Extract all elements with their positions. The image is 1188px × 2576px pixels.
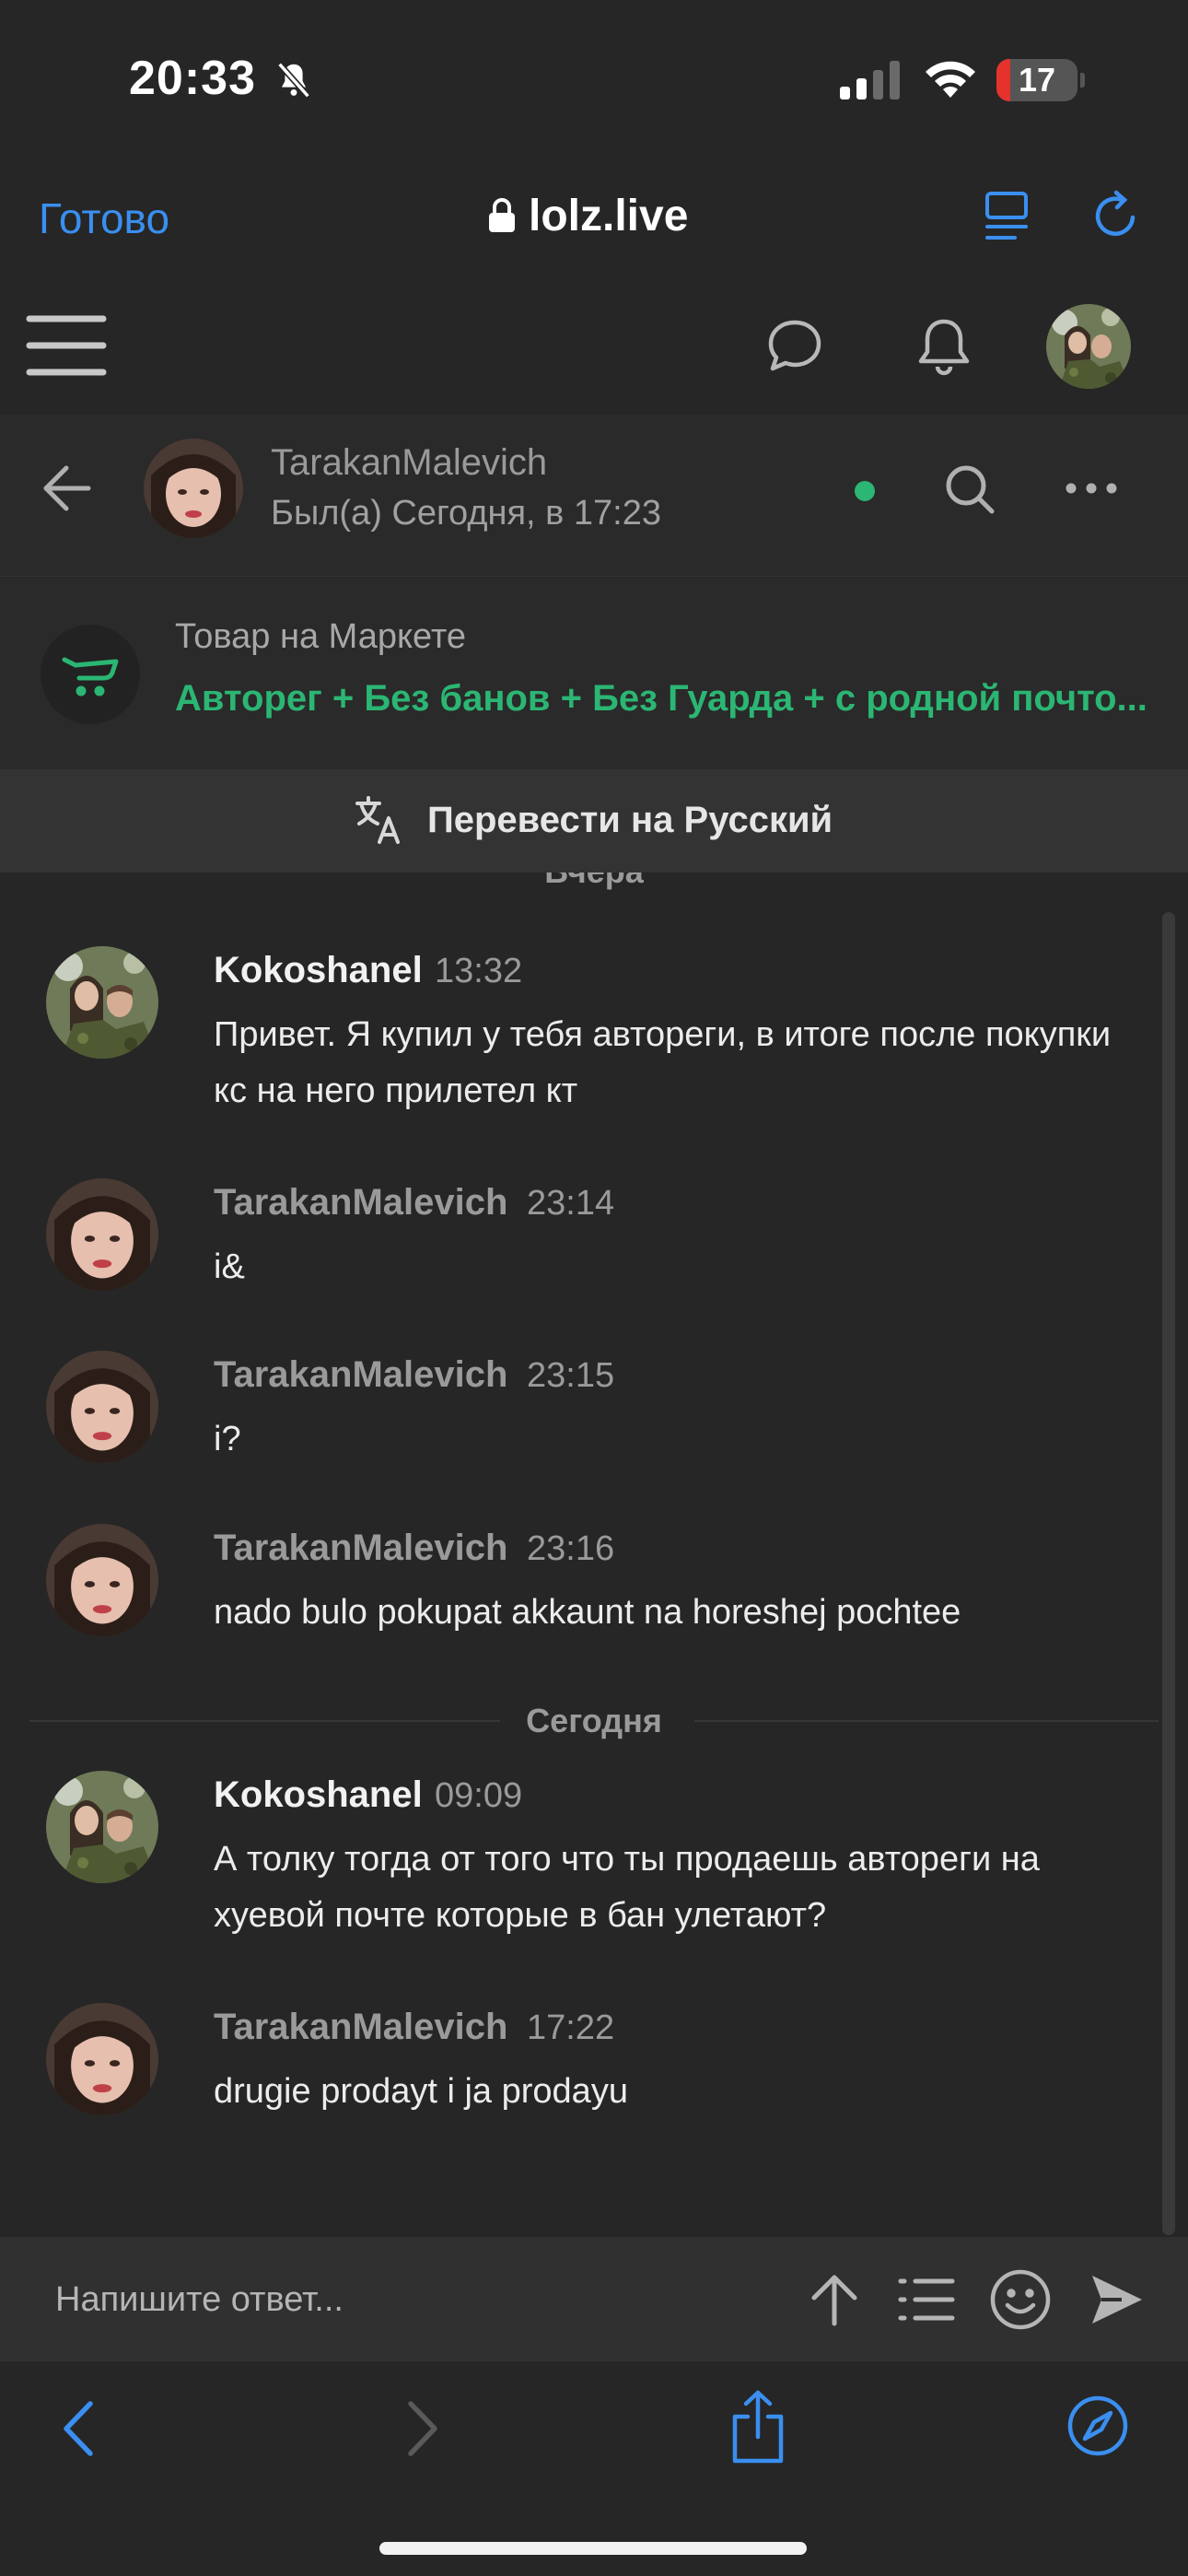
browser-top-bar: Готово lolz.live [0, 157, 1188, 276]
browser-bottom-toolbar [0, 2361, 1188, 2576]
message-avatar[interactable] [46, 2003, 158, 2115]
hamburger-menu-icon[interactable] [26, 311, 107, 380]
message-text: А толку тогда от того что ты продаешь ав… [214, 1840, 1040, 1935]
site-header [0, 276, 1188, 415]
date-divider: Сегодня [29, 1702, 1159, 1739]
lock-icon [489, 198, 515, 232]
message-text: Привет. Я купил у тебя автореги, в итоге… [214, 1015, 1112, 1110]
market-item-banner[interactable]: Товар на Маркете Авторег + Без банов + Б… [0, 576, 1188, 769]
user-avatar[interactable] [1046, 304, 1131, 389]
share-icon[interactable] [728, 2389, 788, 2465]
message-avatar[interactable] [46, 946, 158, 1059]
back-arrow-icon[interactable] [41, 463, 92, 514]
reply-input[interactable] [55, 2265, 755, 2335]
message-text: nado bulo pokupat akkaunt na horeshej po… [214, 1593, 961, 1632]
status-bar: 20:33 17 [0, 0, 1188, 157]
market-label: Товар на Маркете [175, 617, 467, 656]
peer-avatar[interactable] [144, 439, 243, 538]
browser-forward-icon[interactable] [400, 2396, 446, 2461]
browser-back-icon[interactable] [55, 2396, 101, 2461]
wifi-icon [926, 61, 975, 98]
market-cart-icon [41, 625, 140, 724]
message-item: Kokoshanel 09:09 А толку тогда от того ч… [0, 1771, 1160, 1964]
emoji-icon[interactable] [989, 2268, 1052, 2331]
message-time: 23:16 [527, 1529, 615, 1568]
message-author[interactable]: TarakanMalevich [214, 1354, 507, 1396]
peer-name[interactable]: TarakanMalevich [271, 442, 547, 484]
message-text: drugie prodayt i ja prodayu [214, 2072, 628, 2111]
reply-bar [0, 2237, 1188, 2361]
message-list: Вчера Kokoshanel 13:32 Привет. Я купил у… [0, 872, 1188, 2236]
conversation-header: TarakanMalevich Был(а) Сегодня, в 17:23 [0, 415, 1188, 576]
message-time: 09:09 [435, 1776, 523, 1815]
scrollbar[interactable] [1162, 912, 1175, 2235]
date-divider: Вчера [29, 872, 1159, 890]
message-avatar[interactable] [46, 1524, 158, 1636]
market-item-title[interactable]: Авторег + Без банов + Без Гуарда + с род… [175, 678, 1151, 720]
message-author[interactable]: TarakanMalevich [214, 1528, 507, 1569]
message-text: i& [214, 1247, 245, 1286]
compass-icon[interactable] [1066, 2395, 1129, 2457]
message-item: Kokoshanel 13:32 Привет. Я купил у тебя … [0, 946, 1160, 1140]
online-indicator [855, 481, 875, 501]
send-icon[interactable] [1089, 2272, 1146, 2327]
more-options-icon[interactable] [1065, 479, 1118, 498]
message-avatar[interactable] [46, 1178, 158, 1291]
message-time: 23:14 [527, 1184, 615, 1223]
message-item: TarakanMalevich 17:22 drugie prodayt i j… [0, 2003, 1160, 2132]
message-time: 23:15 [527, 1356, 615, 1395]
battery-level: 17 [1018, 61, 1056, 99]
reload-icon[interactable] [1090, 190, 1142, 241]
message-author[interactable]: TarakanMalevich [214, 2007, 507, 2048]
message-item: TarakanMalevich 23:16 nado bulo pokupat … [0, 1524, 1160, 1653]
cellular-signal-icon [840, 61, 900, 100]
message-text: i? [214, 1420, 241, 1458]
message-item: TarakanMalevich 23:14 i& [0, 1178, 1160, 1307]
message-author[interactable]: Kokoshanel [214, 1774, 423, 1816]
battery-icon: 17 [996, 59, 1085, 101]
url-text: lolz.live [529, 191, 689, 240]
peer-last-seen: Был(а) Сегодня, в 17:23 [271, 494, 662, 533]
address-bar[interactable]: lolz.live [488, 188, 688, 243]
translate-label: Перевести на Русский [427, 799, 833, 840]
translate-bar[interactable]: Перевести на Русский [0, 769, 1188, 872]
notifications-bell-icon[interactable] [915, 315, 973, 376]
done-button[interactable]: Готово [39, 193, 169, 243]
message-time: 13:32 [435, 952, 523, 990]
message-time: 17:22 [527, 2008, 615, 2047]
date-divider-label: Вчера [518, 872, 670, 890]
message-author[interactable]: Kokoshanel [214, 950, 423, 991]
home-indicator[interactable] [379, 2542, 807, 2555]
message-item: TarakanMalevich 23:15 i? [0, 1351, 1160, 1480]
list-icon[interactable] [897, 2272, 956, 2327]
translate-icon [355, 796, 400, 844]
message-avatar[interactable] [46, 1351, 158, 1463]
bell-slash-icon [277, 62, 310, 99]
message-author[interactable]: TarakanMalevich [214, 1182, 507, 1224]
search-icon[interactable] [943, 463, 996, 516]
date-divider-label: Сегодня [500, 1702, 688, 1739]
message-avatar[interactable] [46, 1771, 158, 1883]
upload-arrow-icon[interactable] [809, 2272, 860, 2327]
status-time: 20:33 [129, 52, 256, 105]
translate-button[interactable]: Перевести на Русский [354, 788, 833, 852]
reader-mode-icon[interactable] [984, 190, 1033, 241]
conversations-icon[interactable] [766, 317, 823, 374]
